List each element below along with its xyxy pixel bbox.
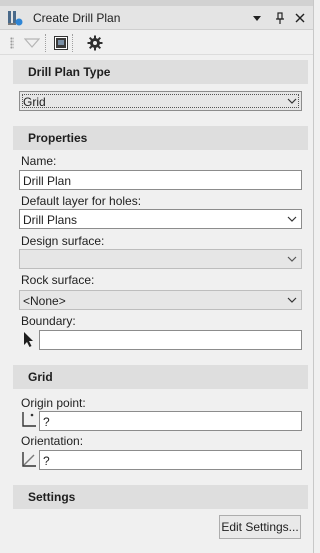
layer-value: Drill Plans xyxy=(23,213,78,227)
pick-cursor-icon[interactable] xyxy=(21,330,37,348)
select-value: Grid xyxy=(23,95,46,109)
boundary-field[interactable] xyxy=(39,330,302,350)
panel-toolbar xyxy=(0,31,314,55)
rock-surface-value: <None> xyxy=(23,294,66,308)
gear-icon[interactable] xyxy=(87,35,103,51)
panel-edge xyxy=(313,0,314,553)
orientation-icon[interactable] xyxy=(21,450,37,468)
chevron-down-icon xyxy=(286,294,298,306)
boundary-label: Boundary: xyxy=(21,314,76,328)
drill-plan-type-select[interactable]: Grid xyxy=(19,91,302,111)
edit-settings-button[interactable]: Edit Settings... xyxy=(219,515,301,539)
section-settings[interactable]: Settings xyxy=(13,485,308,509)
name-value: Drill Plan xyxy=(23,174,72,188)
window-menu-icon[interactable] xyxy=(250,10,264,26)
chevron-down-icon xyxy=(286,253,298,265)
title-bar[interactable]: Create Drill Plan xyxy=(0,6,314,30)
name-label: Name: xyxy=(21,154,57,168)
window-title: Create Drill Plan xyxy=(33,11,121,25)
section-header: Settings xyxy=(28,490,76,504)
toolbar-separator xyxy=(45,34,48,52)
origin-point-field[interactable]: ? xyxy=(39,411,302,431)
design-surface-select[interactable] xyxy=(19,249,302,269)
section-drill-plan-type[interactable]: Drill Plan Type xyxy=(13,60,308,84)
origin-point-value: ? xyxy=(43,415,50,429)
toolbar-separator xyxy=(72,34,75,52)
chevron-down-icon xyxy=(286,213,298,225)
layer-label: Default layer for holes: xyxy=(21,194,142,208)
orientation-field[interactable]: ? xyxy=(39,450,302,470)
section-grid[interactable]: Grid xyxy=(13,365,308,389)
window-panel-icon[interactable] xyxy=(54,36,68,50)
design-surface-label: Design surface: xyxy=(21,234,105,248)
toolbar-grip-icon[interactable] xyxy=(10,37,14,49)
orientation-value: ? xyxy=(43,454,50,468)
rock-surface-label: Rock surface: xyxy=(21,273,95,287)
section-header: Grid xyxy=(28,370,53,384)
rock-surface-select[interactable]: <None> xyxy=(19,290,302,310)
close-icon[interactable] xyxy=(293,10,307,26)
name-field[interactable]: Drill Plan xyxy=(19,170,302,190)
drill-plan-icon xyxy=(7,10,23,26)
pin-icon[interactable] xyxy=(273,10,287,26)
section-properties[interactable]: Properties xyxy=(13,126,308,150)
origin-point-label: Origin point: xyxy=(21,396,86,410)
section-header: Properties xyxy=(28,131,88,145)
orientation-label: Orientation: xyxy=(21,434,84,448)
chevron-down-icon xyxy=(286,95,298,107)
origin-point-icon[interactable] xyxy=(21,410,37,428)
triangle-collapse-icon[interactable] xyxy=(23,36,41,50)
layer-select[interactable]: Drill Plans xyxy=(19,209,302,229)
section-header: Drill Plan Type xyxy=(28,65,111,79)
